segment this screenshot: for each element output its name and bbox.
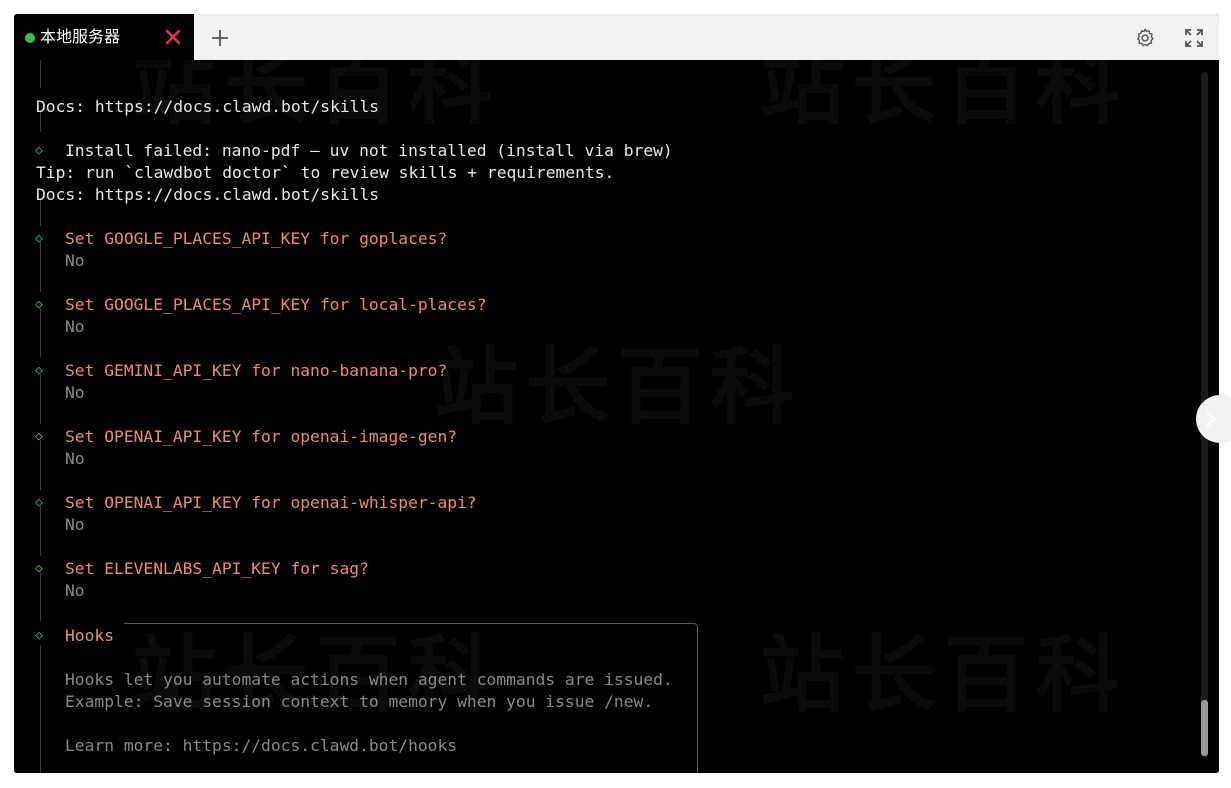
tab-bar: 本地服务器 <box>14 14 1219 60</box>
prompt-answer: No <box>65 317 85 336</box>
tab-title: 本地服务器 <box>40 27 121 46</box>
docs-line: Docs: https://docs.clawd.bot/skills <box>36 97 380 116</box>
prompt-answer: No <box>65 515 85 534</box>
prompt-question: Set OPENAI_API_KEY for openai-whisper-ap… <box>65 493 477 512</box>
prompt-question: Set GEMINI_API_KEY for nano-banana-pro? <box>65 361 448 380</box>
tree-guide <box>40 646 41 773</box>
expand-icon[interactable] <box>1183 27 1205 49</box>
diamond-icon: ◇ <box>35 495 43 510</box>
watermark: 站长百科 <box>760 608 1128 729</box>
watermark: 站长百科 <box>760 60 1128 141</box>
prompt-question: Set GOOGLE_PLACES_API_KEY for goplaces? <box>65 229 448 248</box>
diamond-icon: ◇ <box>35 231 43 246</box>
hooks-example: Example: Save session context to memory … <box>65 692 654 711</box>
prompt-question: Set GOOGLE_PLACES_API_KEY for local-plac… <box>65 295 487 314</box>
hooks-learn-more: Learn more: https://docs.clawd.bot/hooks <box>65 736 458 755</box>
install-failed-line: Install failed: nano-pdf — uv not instal… <box>65 141 673 160</box>
close-icon[interactable] <box>164 28 182 46</box>
diamond-icon: ◇ <box>35 628 43 643</box>
prompt-answer: No <box>65 449 85 468</box>
prompt-answer: No <box>65 251 85 270</box>
connection-status-dot <box>25 33 35 43</box>
diamond-icon: ◇ <box>35 561 43 576</box>
prompt-question: Set OPENAI_API_KEY for openai-image-gen? <box>65 427 458 446</box>
prompt-answer: No <box>65 383 85 402</box>
terminal-window: 本地服务器 Docs: https://docs.clawd.bot/skill… <box>14 14 1219 773</box>
plus-icon[interactable] <box>210 28 230 48</box>
hooks-description: Hooks let you automate actions when agen… <box>65 670 673 689</box>
scrollbar-thumb[interactable] <box>1201 700 1208 756</box>
diamond-icon: ◇ <box>35 363 43 378</box>
chevron-right-icon <box>1206 411 1216 427</box>
tip-line: Tip: run `clawdbot doctor` to review ski… <box>36 163 615 182</box>
diamond-icon: ◇ <box>35 143 43 158</box>
diamond-icon: ◇ <box>35 297 43 312</box>
gear-icon[interactable] <box>1134 27 1156 49</box>
watermark: 站长百科 <box>434 320 802 441</box>
docs-line: Docs: https://docs.clawd.bot/skills <box>36 185 380 204</box>
tab-local-server[interactable]: 本地服务器 <box>14 14 194 60</box>
tree-guide <box>40 60 41 88</box>
prompt-answer: No <box>65 581 85 600</box>
hooks-title: Hooks <box>65 626 115 645</box>
prompt-question: Set ELEVENLABS_API_KEY for sag? <box>65 559 369 578</box>
diamond-icon: ◇ <box>35 429 43 444</box>
terminal-output[interactable]: 站长百科 站长百科 站长百科 站长百科 站长百科 Docs: https://d… <box>14 60 1219 773</box>
